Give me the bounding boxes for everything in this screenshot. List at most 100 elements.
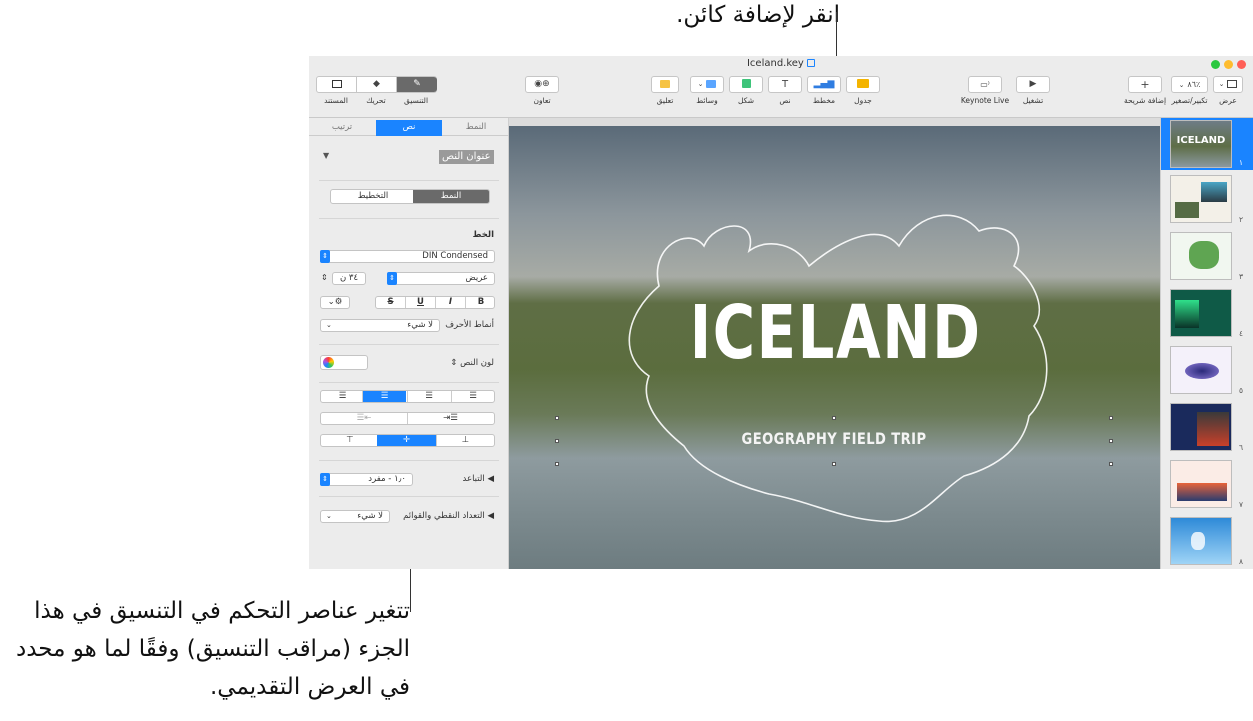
- add-slide-button[interactable]: +: [1128, 76, 1162, 93]
- selection-handle[interactable]: [555, 462, 559, 466]
- play-icon: ▶: [1029, 79, 1037, 89]
- thumbnail-image: [1175, 202, 1199, 218]
- slide-thumbnail-3[interactable]: [1170, 232, 1232, 280]
- subtab-layout[interactable]: التخطيط: [331, 190, 415, 203]
- format-inspector: النمط نص ترتيب عنوان النص ▼ النمط التخطي…: [309, 118, 509, 569]
- slide-number: ٧: [1239, 500, 1244, 509]
- thumbnail-image: [1191, 532, 1205, 550]
- selection-handle[interactable]: [1109, 462, 1113, 466]
- slide-title[interactable]: ICELAND: [690, 290, 980, 376]
- align-justify-button[interactable]: ☰: [451, 391, 494, 402]
- align-middle-button[interactable]: ✛: [377, 435, 436, 446]
- slide[interactable]: ICELAND GEOGRAPHY FIELD TRIP: [509, 126, 1160, 569]
- bullets-popup[interactable]: لا شيء ⌄: [320, 510, 390, 523]
- subtab-style[interactable]: النمط: [413, 190, 489, 203]
- paragraph-style-disclosure-icon[interactable]: ▼: [323, 151, 329, 160]
- tab-text[interactable]: نص: [376, 120, 442, 136]
- keynote-live-label: Keynote Live: [960, 96, 1010, 105]
- selection-handle[interactable]: [1109, 416, 1113, 420]
- chart-button[interactable]: ▂▄▆: [807, 76, 841, 93]
- align-bottom-button[interactable]: ⊥: [436, 435, 494, 446]
- font-size-field[interactable]: ٣٤ ن: [332, 272, 366, 285]
- divider: [319, 382, 499, 383]
- close-button[interactable]: [1237, 60, 1246, 69]
- window-title: Iceland.key: [309, 58, 1253, 69]
- format-button[interactable]: ✎: [397, 77, 437, 92]
- vertical-align-segmented: ⊥ ✛ ⊤: [320, 434, 495, 447]
- view-menu[interactable]: ⌄: [1213, 76, 1243, 93]
- align-right-button[interactable]: ☰: [407, 391, 450, 402]
- plus-icon: +: [1140, 78, 1150, 91]
- shape-button[interactable]: [729, 76, 763, 93]
- character-styles-popup[interactable]: لا شيء ⌄: [320, 319, 440, 332]
- selection-handle[interactable]: [555, 439, 559, 443]
- paragraph-style-name[interactable]: عنوان النص: [439, 150, 494, 164]
- animate-label: تحريك: [366, 96, 386, 105]
- selection-handle[interactable]: [555, 416, 559, 420]
- chevron-down-icon: ⌄: [1178, 81, 1185, 89]
- bullets-label[interactable]: ◀ التعداد النقطي والقوائم: [403, 511, 494, 521]
- font-weight-popup[interactable]: عريض: [387, 272, 495, 285]
- italic-button[interactable]: I: [436, 297, 466, 308]
- character-styles-label: أنماط الأحرف: [445, 320, 494, 330]
- divider: [319, 180, 499, 181]
- slide-thumbnail-7[interactable]: [1170, 460, 1232, 508]
- animate-icon: ◆: [373, 79, 380, 89]
- zoom-menu[interactable]: ⌄ ٨٦٪: [1171, 76, 1208, 93]
- document-button[interactable]: [317, 77, 357, 92]
- slide-thumbnail-8[interactable]: [1170, 517, 1232, 565]
- text-options-menu[interactable]: ⚙⌄: [320, 296, 350, 309]
- keynote-window: Iceland.key ◆ ✎ المستند تحريك التنسيق ◉⊕…: [309, 56, 1253, 569]
- inspector-tabs: النمط نص ترتيب: [309, 118, 509, 136]
- spacing-popup[interactable]: ١٫٠ - مفرد: [320, 473, 413, 486]
- strikethrough-button[interactable]: S: [376, 297, 406, 308]
- text-button[interactable]: T: [768, 76, 802, 93]
- play-button[interactable]: ▶: [1016, 76, 1050, 93]
- keynote-live-icon: ▭⁾: [980, 80, 990, 89]
- slide-canvas[interactable]: ICELAND GEOGRAPHY FIELD TRIP: [509, 118, 1160, 569]
- format-label: التنسيق: [403, 96, 429, 105]
- font-name-popup[interactable]: DIN Condensed: [320, 250, 495, 263]
- selection-handle[interactable]: [832, 462, 836, 466]
- slide-thumbnail-1[interactable]: ICELAND: [1170, 120, 1232, 168]
- align-center-button[interactable]: ☰: [362, 391, 406, 402]
- fullscreen-button[interactable]: [1211, 60, 1220, 69]
- paintbrush-icon: ✎: [413, 79, 421, 89]
- selection-handle[interactable]: [832, 416, 836, 420]
- slide-number: ٥: [1239, 386, 1244, 395]
- slide-thumbnail-2[interactable]: [1170, 175, 1232, 223]
- chevron-down-icon: ⌄: [326, 512, 332, 520]
- text-icon: T: [781, 79, 789, 90]
- tab-arrange[interactable]: ترتيب: [309, 120, 375, 136]
- table-icon: [857, 79, 869, 88]
- minimize-button[interactable]: [1224, 60, 1233, 69]
- align-left-button[interactable]: ☰: [321, 391, 364, 402]
- bold-button[interactable]: B: [466, 297, 496, 308]
- slide-thumbnail-6[interactable]: [1170, 403, 1232, 451]
- chevron-down-icon: ⌄: [1218, 80, 1225, 88]
- tab-style[interactable]: النمط: [443, 120, 509, 136]
- selection-handle[interactable]: [1109, 439, 1113, 443]
- underline-button[interactable]: U: [406, 297, 436, 308]
- increase-indent-button[interactable]: ☰⇥: [407, 413, 494, 424]
- comment-button[interactable]: [651, 76, 679, 93]
- table-button[interactable]: [846, 76, 880, 93]
- thumbnail-image: [1177, 483, 1227, 501]
- spacing-label[interactable]: ◀ التباعد: [463, 474, 494, 484]
- slide-thumbnail-4[interactable]: [1170, 289, 1232, 337]
- gear-icon: ⚙⌄: [327, 297, 343, 307]
- keynote-live-button[interactable]: ▭⁾: [968, 76, 1002, 93]
- align-top-button[interactable]: ⊤: [321, 435, 379, 446]
- font-size-stepper[interactable]: ⇕: [321, 273, 328, 282]
- collaborate-button[interactable]: ◉⊕: [525, 76, 559, 93]
- slide-subtitle[interactable]: GEOGRAPHY FIELD TRIP: [691, 429, 978, 448]
- document-icon: [331, 80, 342, 88]
- decrease-indent-button[interactable]: ⇤☰: [321, 413, 408, 424]
- slide-thumbnail-5[interactable]: [1170, 346, 1232, 394]
- text-color-well[interactable]: [320, 355, 368, 370]
- animate-button[interactable]: ◆: [357, 77, 397, 92]
- media-button[interactable]: ⌄: [690, 76, 724, 93]
- alignment-segmented: ☰ ☰ ☰ ☰: [320, 390, 495, 403]
- font-section-label: الخط: [472, 230, 494, 240]
- table-label: جدول: [854, 96, 872, 105]
